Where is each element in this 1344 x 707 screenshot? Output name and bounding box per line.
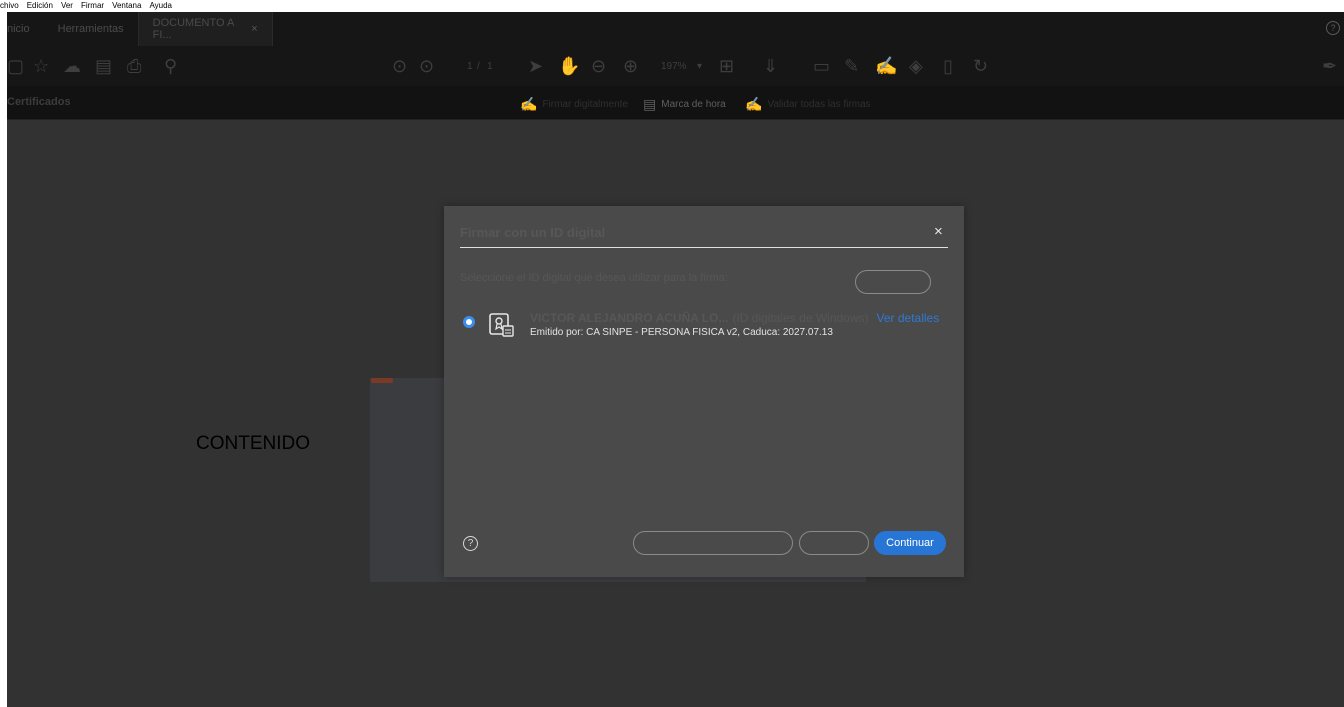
comment-icon[interactable]: ▭ xyxy=(813,57,830,75)
menu-bar: chivo Edición Ver Firmar Ventana Ayuda xyxy=(0,0,1344,12)
toolbar: ▢ ☆ ☁ ▤ ⎙ ⚲ ⊙ ⊙ 1 / 1 ➤ ✋ ⊖ ⊕ 197% ▾ ⊞ ⇓… xyxy=(7,46,1344,86)
certificates-title: Certificados xyxy=(7,96,71,108)
search-icon[interactable]: ⚲ xyxy=(164,57,177,75)
continue-button[interactable]: Continuar xyxy=(874,531,946,555)
validate-icon: ✍ xyxy=(745,96,763,112)
stamp-icon[interactable]: ◈ xyxy=(909,57,923,75)
page-separator: / xyxy=(477,61,480,72)
sign-digitally-label: Firmar digitalmente xyxy=(542,99,629,110)
signature-field-marker[interactable] xyxy=(371,378,393,383)
dialog-divider xyxy=(460,247,948,248)
timestamp-label: Marca de hora xyxy=(661,99,726,110)
menu-item-view[interactable]: Ver xyxy=(61,0,73,12)
page-down-icon[interactable]: ⊙ xyxy=(419,57,434,75)
sign-digitally-button[interactable]: ✍ Firmar digitalmente xyxy=(520,96,628,113)
help-icon[interactable]: ? xyxy=(1326,21,1340,35)
back-button[interactable] xyxy=(799,531,869,555)
highlight-pen-icon[interactable]: ✎ xyxy=(844,57,859,75)
certificates-bar: Certificados ✍ Firmar digitalmente ▤ Mar… xyxy=(7,86,1344,120)
create-pdf-icon[interactable]: ▤ xyxy=(95,57,112,75)
hand-icon[interactable]: ✋ xyxy=(558,57,580,75)
menu-item-help[interactable]: Ayuda xyxy=(149,0,172,12)
star-icon[interactable]: ☆ xyxy=(33,57,49,75)
print-icon[interactable]: ⎙ xyxy=(127,57,141,75)
scroll-mode-icon[interactable]: ⇓ xyxy=(763,57,778,75)
tab-home[interactable]: nicio xyxy=(7,12,44,46)
page-total: 1 xyxy=(487,61,493,72)
validate-all-button[interactable]: ✍ Validar todas las firmas xyxy=(745,96,871,113)
menu-item-sign[interactable]: Firmar xyxy=(81,0,104,12)
certificate-entry[interactable]: VICTOR ALEJANDRO ACUÑA LO... (ID digitale… xyxy=(530,311,939,325)
zoom-in-icon[interactable]: ⊕ xyxy=(623,57,638,75)
dialog-close-icon[interactable]: × xyxy=(934,223,943,240)
menu-item-window[interactable]: Ventana xyxy=(112,0,141,12)
fit-page-icon[interactable]: ⊞ xyxy=(719,57,734,75)
zoom-level[interactable]: 197% xyxy=(661,61,687,72)
tab-bar: nicio Herramientas DOCUMENTO A FI... × ? xyxy=(7,12,1344,46)
timestamp-button[interactable]: ▤ Marca de hora xyxy=(643,96,726,113)
document-content-text: CONTENIDO xyxy=(196,433,310,454)
save-icon[interactable]: ▢ xyxy=(7,57,24,75)
tab-tools[interactable]: Herramientas xyxy=(44,12,138,46)
certificate-radio[interactable] xyxy=(463,316,475,328)
certificate-type: (ID digitales de Windows) xyxy=(732,311,869,325)
certificate-issuer: Emitido por: CA SINPE - PERSONA FISICA v… xyxy=(530,327,833,338)
zoom-out-icon[interactable]: ⊖ xyxy=(591,57,606,75)
dialog-title: Firmar con un ID digital xyxy=(460,225,606,240)
tab-document[interactable]: DOCUMENTO A FI... × xyxy=(137,12,273,46)
sign-digitally-icon: ✍ xyxy=(520,96,538,112)
tab-document-label: DOCUMENTO A FI... xyxy=(152,17,234,41)
validate-all-label: Validar todas las firmas xyxy=(767,99,871,110)
sign-icon[interactable]: ✍ xyxy=(875,57,897,75)
acrobat-window: nicio Herramientas DOCUMENTO A FI... × ?… xyxy=(7,12,1344,707)
view-details-link[interactable]: Ver detalles xyxy=(877,311,940,325)
menu-item-file[interactable]: chivo xyxy=(0,0,19,12)
tab-close-icon[interactable]: × xyxy=(251,23,257,35)
page-up-icon[interactable]: ⊙ xyxy=(392,57,407,75)
dialog-help-icon[interactable]: ? xyxy=(463,536,478,551)
upload-cloud-icon[interactable]: ☁ xyxy=(63,57,81,75)
menu-item-edit[interactable]: Edición xyxy=(27,0,53,12)
fill-sign-icon[interactable]: ✒ xyxy=(1322,57,1337,75)
page-current[interactable]: 1 xyxy=(467,61,473,72)
new-digital-id-button[interactable] xyxy=(633,531,793,555)
dialog-instruction: Seleccione el ID digital que desea utili… xyxy=(460,272,728,284)
timestamp-icon: ▤ xyxy=(643,96,657,112)
select-arrow-icon[interactable]: ➤ xyxy=(528,57,543,75)
configure-id-button[interactable] xyxy=(855,270,931,294)
rotate-icon[interactable]: ↻ xyxy=(973,57,988,75)
zoom-dropdown-icon[interactable]: ▾ xyxy=(697,61,702,72)
sign-digital-id-dialog: Firmar con un ID digital × Seleccione el… xyxy=(444,206,964,577)
certificate-icon xyxy=(489,313,514,337)
delete-icon[interactable]: ▯ xyxy=(943,57,953,75)
certificate-name: VICTOR ALEJANDRO ACUÑA LO... xyxy=(530,311,729,325)
